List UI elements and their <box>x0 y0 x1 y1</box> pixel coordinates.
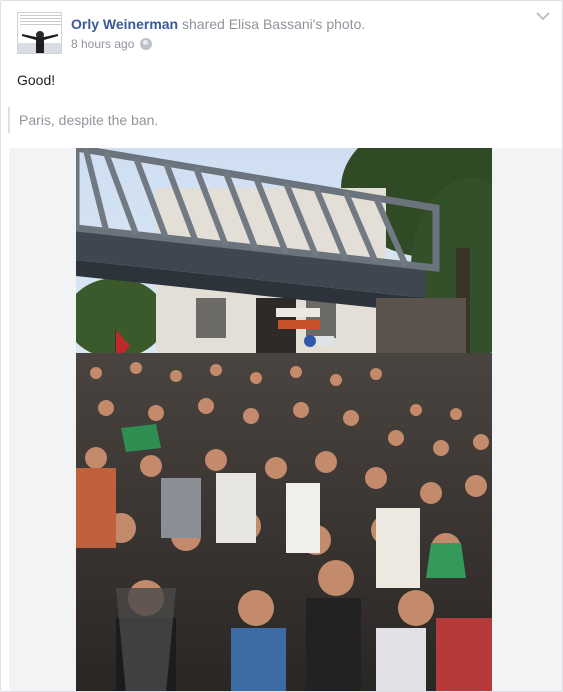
shared-photo[interactable] <box>76 148 492 691</box>
protest-crowd-illustration <box>76 148 492 691</box>
author-name-link[interactable]: Orly Weinerman <box>71 16 178 32</box>
post-header: Orly Weinerman shared Elisa Bassani's ph… <box>71 15 365 33</box>
post-card: Orly Weinerman shared Elisa Bassani's ph… <box>0 0 563 692</box>
author-avatar[interactable] <box>17 12 62 54</box>
photo-container <box>9 148 562 691</box>
avatar-figure <box>18 27 61 53</box>
post-meta: 8 hours ago <box>71 37 153 51</box>
share-action-text: shared Elisa Bassani's photo. <box>182 16 366 32</box>
post-timestamp[interactable]: 8 hours ago <box>71 37 134 51</box>
shared-caption: Paris, despite the ban. <box>8 107 158 133</box>
chevron-down-icon[interactable] <box>536 11 550 21</box>
post-status-text: Good! <box>17 72 56 88</box>
globe-icon[interactable] <box>140 38 153 50</box>
